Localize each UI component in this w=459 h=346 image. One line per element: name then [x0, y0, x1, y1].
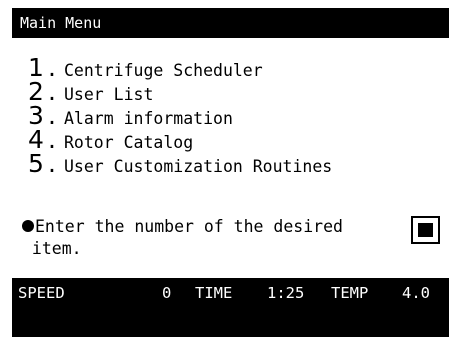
prompt-line-1: Enter the number of the desired [35, 217, 343, 236]
prompt-line-2: item. [22, 239, 82, 258]
menu-item-label: Rotor Catalog [64, 133, 194, 152]
menu-item-user-list[interactable]: 2. User List [28, 79, 332, 104]
selection-prompt: Enter the number of the desired item. [22, 216, 402, 260]
menu-item-label: Centrifuge Scheduler [64, 61, 263, 80]
instrument-screen: Main Menu 1. Centrifuge Scheduler 2. User … [12, 8, 449, 337]
menu-item-label: Alarm information [64, 109, 233, 128]
menu-item-label: User List [64, 85, 154, 104]
speed-label: SPEED [18, 284, 65, 302]
menu-panel: 1. Centrifuge Scheduler 2. User List 3. Ala… [12, 38, 449, 278]
menu-item-dot: . [48, 149, 56, 178]
menu-item-alarm-information[interactable]: 3. Alarm information [28, 103, 332, 128]
bullet-icon [22, 220, 34, 232]
menu-item-label: User Customization Routines [64, 157, 333, 176]
temp-value: 4.0 [402, 284, 430, 302]
menu-list: 1. Centrifuge Scheduler 2. User List 3. Ala… [28, 55, 333, 178]
status-bar: SPEED 0 TIME 1:25 TEMP 4.0 [12, 278, 449, 308]
speed-value: 0 [162, 284, 172, 302]
menu-item-centrifuge-scheduler[interactable]: 1. Centrifuge Scheduler [28, 55, 332, 80]
menu-item-user-customization-routines[interactable]: 5. User Customization Routines [28, 149, 333, 178]
item-number-input[interactable] [411, 216, 440, 244]
menu-item-number: 5 [28, 149, 44, 178]
time-value: 1:25 [267, 284, 305, 302]
temp-label: TEMP [331, 284, 369, 302]
page-title: Main Menu [12, 8, 449, 38]
time-label: TIME [195, 284, 233, 302]
menu-item-rotor-catalog[interactable]: 4. Rotor Catalog [28, 127, 332, 152]
input-cursor [418, 223, 433, 237]
